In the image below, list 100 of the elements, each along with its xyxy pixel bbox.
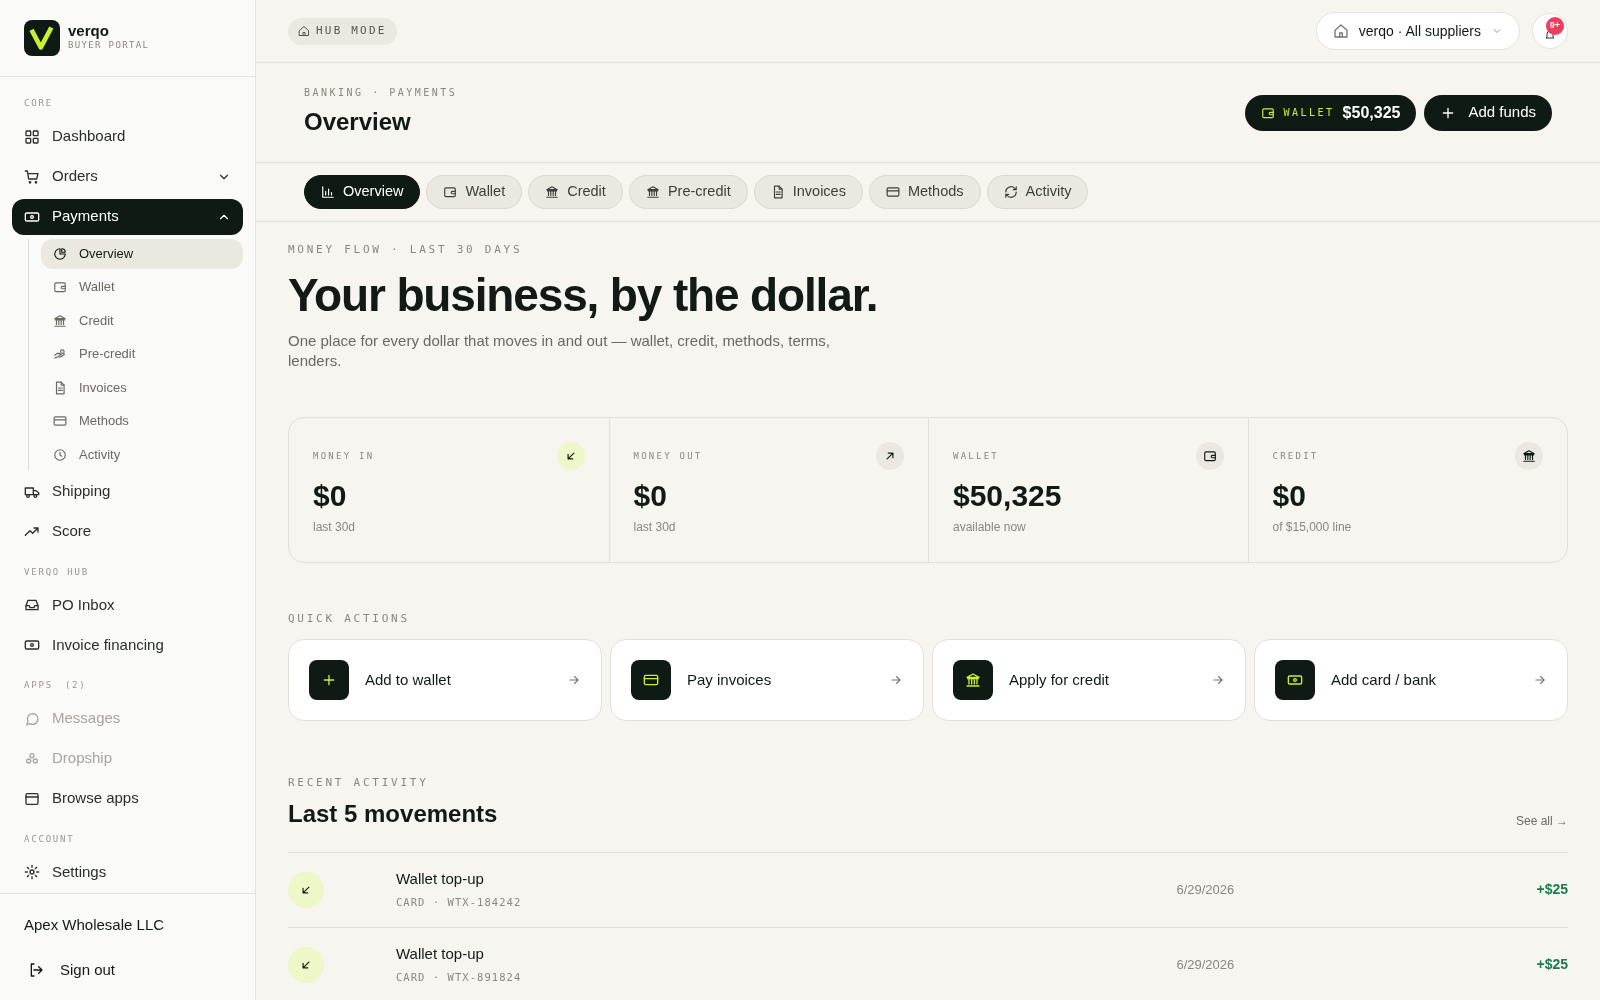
hub-mode-text: HUB MODE [316, 22, 387, 39]
brand-name: verqo [68, 23, 110, 40]
nav-subitem[interactable]: Credit [41, 305, 243, 336]
notification-count: 9+ [1546, 17, 1564, 35]
movement-title: Wallet top-up [396, 944, 485, 965]
card-icon [643, 672, 659, 688]
tab[interactable]: Activity [986, 175, 1089, 209]
nav-subitem[interactable]: Activity [41, 439, 243, 470]
sign-out-icon [28, 962, 44, 978]
nav-subitem[interactable]: Invoices [41, 372, 243, 403]
breadcrumb: BANKING · PAYMENTS [304, 86, 458, 100]
hand-coins-icon [53, 347, 67, 361]
bank-icon [645, 185, 660, 199]
wallet-icon [1261, 105, 1276, 120]
pie-chart-icon [53, 246, 67, 261]
stat-note: of $15,000 line [1272, 518, 1353, 536]
nav-section-label: VERQO HUB [24, 565, 89, 579]
nav-subitem[interactable]: Overview [41, 238, 243, 269]
supplier-dropdown[interactable]: verqo · All suppliers [1315, 12, 1520, 50]
tab[interactable]: Credit [528, 175, 623, 209]
stat-value: $0 [633, 477, 668, 514]
browser-window-icon [24, 790, 40, 807]
tab[interactable]: Pre-credit [628, 175, 748, 209]
bank-icon [53, 313, 67, 328]
banknote-icon [1287, 672, 1303, 688]
quick-action-card[interactable]: Pay invoices [610, 639, 924, 721]
bank-icon [545, 185, 560, 199]
stat-label: WALLET [953, 449, 999, 463]
nav-item[interactable]: Invoice financing [12, 627, 243, 663]
nav-section-label: ACCOUNT [24, 832, 75, 846]
gear-icon [24, 864, 40, 880]
tab[interactable]: Methods [868, 175, 981, 209]
stat-note: last 30d [313, 518, 357, 536]
cart-icon [24, 168, 40, 185]
add-funds-button[interactable]: Add funds [1424, 94, 1552, 131]
arrow-right-icon [1533, 673, 1547, 687]
bank-icon [1522, 448, 1536, 463]
document-icon [53, 380, 67, 395]
brand-subtitle: BUYER PORTAL [68, 39, 150, 53]
movement-date: 6/29/2026 [1176, 880, 1236, 899]
movement-meta: CARD · WTX-891824 [396, 969, 523, 985]
see-all-link[interactable]: See all → [1515, 811, 1568, 830]
nav-item[interactable]: PO Inbox [12, 587, 243, 623]
nav-subitem[interactable]: Wallet [41, 272, 243, 302]
arrow-right-icon [567, 673, 581, 687]
wallet-label: WALLET [1283, 106, 1335, 120]
stat-label: MONEY IN [313, 449, 375, 463]
home-icon [298, 25, 310, 37]
home-icon [1332, 23, 1349, 39]
section-title: Last 5 movements [288, 798, 498, 829]
logo-icon [24, 20, 60, 56]
arrow-right-icon [889, 673, 903, 687]
stat-value: $50,325 [953, 477, 1063, 514]
nav-section-label: APPS [24, 679, 53, 692]
bar-chart-icon [321, 185, 335, 199]
quick-action-card[interactable]: Add to wallet [288, 639, 602, 721]
nav-item[interactable]: Payments [12, 198, 243, 235]
card-icon [53, 414, 67, 428]
refresh-icon [1003, 185, 1018, 199]
card-icon [885, 185, 900, 199]
page-title: Overview [304, 107, 412, 137]
nav-section-count: (2) [64, 679, 87, 692]
nav-item[interactable]: Shipping [12, 473, 243, 510]
notifications-button[interactable]: 9+ [1532, 13, 1568, 49]
nav-subitem[interactable]: Pre-credit [41, 339, 243, 369]
tab[interactable]: Invoices [753, 175, 863, 209]
tab[interactable]: Overview [304, 175, 421, 209]
bell-icon [1544, 29, 1556, 41]
banknote-icon [24, 637, 40, 653]
arrow-right-icon [1211, 673, 1225, 687]
nav-subitem[interactable]: Methods [41, 406, 243, 436]
stat-value: $0 [313, 477, 348, 514]
movement-date: 6/29/2026 [1176, 955, 1236, 974]
hero-description: One place for every dollar that moves in and out — wallet, credit, methods, terms, lenders. [288, 330, 831, 371]
hero-headline: Your business, by the dollar. [288, 267, 879, 323]
movement-amount: +$25 [1536, 955, 1568, 974]
wallet-amount: $50,325 [1342, 102, 1401, 123]
stat-note: available now [953, 518, 1027, 536]
nav-item[interactable]: Score [12, 513, 243, 550]
quick-action-card[interactable]: Add card / bank [1254, 639, 1568, 721]
section-label: RECENT ACTIVITY [288, 775, 430, 791]
nav-item[interactable]: Settings [12, 854, 243, 890]
inbox-icon [24, 597, 40, 613]
nav-item[interactable]: Orders [12, 158, 243, 195]
nav-item[interactable]: Browse apps [12, 780, 243, 817]
plus-icon [321, 672, 337, 688]
movement-meta: CARD · WTX-184242 [396, 894, 523, 910]
tab[interactable]: Wallet [426, 175, 523, 209]
stat-label: MONEY OUT [633, 449, 703, 463]
quick-action-card[interactable]: Apply for credit [932, 639, 1246, 721]
cluster-icon [24, 750, 40, 767]
clock-icon [53, 447, 67, 462]
section-eyebrow: MONEY FLOW · LAST 30 DAYS [288, 242, 524, 258]
company-name: Apex Wholesale LLC [24, 914, 166, 935]
bank-icon [965, 672, 981, 688]
sign-out-button[interactable]: Sign out [24, 952, 116, 988]
wallet-icon [53, 280, 67, 294]
movement-amount: +$25 [1536, 880, 1568, 899]
stat-value: $0 [1272, 477, 1307, 514]
nav-item[interactable]: Dashboard [12, 118, 243, 155]
